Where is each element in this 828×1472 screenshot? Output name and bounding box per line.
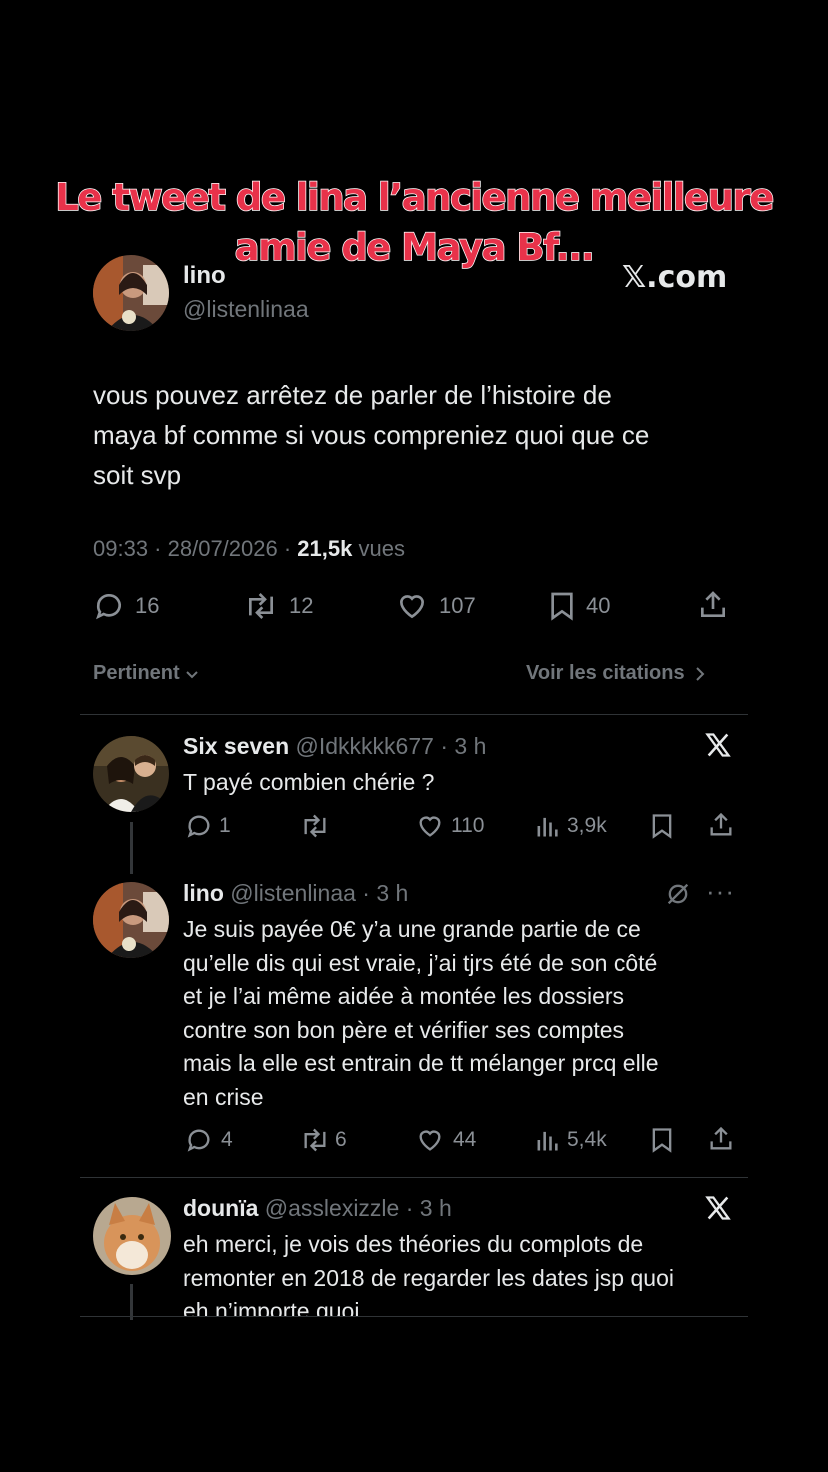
reply-text-line: contre son bon père et vérifier ses comp…: [183, 1016, 625, 1043]
reply-author-handle[interactable]: @asslexizzle: [265, 1195, 400, 1221]
reply-text: eh merci, je vois des théories du complo…: [183, 1228, 753, 1316]
repost-action[interactable]: 6: [299, 1126, 347, 1154]
reply-author-handle[interactable]: @listenlinaa: [230, 880, 356, 906]
like-count: 107: [439, 593, 476, 618]
tweet-text-line: soit svp: [93, 460, 182, 490]
heart-icon: [415, 1126, 445, 1154]
reply-text-line: mais la elle est entrain de tt mélanger …: [183, 1050, 659, 1076]
reply-text-line: qu’elle dis qui est vraie, j’ai tjrs été…: [183, 949, 658, 976]
bookmark-action[interactable]: 40: [548, 590, 610, 622]
like-action[interactable]: 107: [395, 590, 476, 622]
reply-icon: [185, 812, 213, 840]
repost-action[interactable]: [299, 812, 341, 840]
tweet-text: vous pouvez arrêtez de parler de l’histo…: [93, 375, 649, 495]
repost-count: 6: [335, 1128, 347, 1151]
more-options-icon[interactable]: ···: [706, 876, 735, 907]
reply-text-line: eh n’importe quoi: [183, 1298, 360, 1316]
grok-icon[interactable]: [664, 880, 692, 908]
tweet-time[interactable]: 09:33: [93, 536, 148, 561]
x-logo-icon: [704, 1194, 732, 1222]
reply-author-name[interactable]: Six seven: [183, 733, 289, 759]
bookmark-icon[interactable]: [650, 812, 674, 840]
caption-line-1: Le tweet de lina l’ancienne meilleure: [54, 175, 775, 220]
reply-icon: [185, 1126, 213, 1154]
thread-line: [130, 1284, 133, 1320]
reply-time[interactable]: 3 h: [420, 1195, 452, 1221]
reply-author-name[interactable]: dounïa: [183, 1195, 258, 1221]
share-icon[interactable]: [707, 811, 735, 839]
divider: [80, 1316, 748, 1317]
reply-text-line: et je l’ai même aidée à montée les dossi…: [183, 983, 625, 1009]
reply-avatar[interactable]: [93, 882, 169, 958]
author-handle[interactable]: @listenlinaa: [183, 296, 309, 323]
divider: [80, 714, 748, 715]
thread-line: [130, 822, 133, 874]
reply-text-line: eh merci, je vois des théories du complo…: [183, 1231, 644, 1257]
repost-icon: [243, 590, 279, 622]
reply-icon: [93, 590, 125, 622]
views-action[interactable]: 3,9k: [535, 812, 607, 840]
reply-count: 4: [221, 1128, 233, 1151]
x-watermark: 𝕏.com: [622, 260, 728, 295]
views-count: 3,9k: [567, 814, 607, 837]
tweet-date[interactable]: 28/07/2026: [168, 536, 278, 561]
author-avatar[interactable]: [93, 255, 169, 331]
analytics-icon: [535, 1126, 559, 1154]
reply-text: T payé combien chérie ?: [183, 766, 434, 800]
views-count: 21,5k: [297, 536, 353, 561]
like-action[interactable]: 110: [415, 812, 484, 840]
reply-text-line: T payé combien chérie ?: [183, 769, 435, 795]
analytics-icon: [535, 812, 559, 840]
tweet-meta: 09:33 · 28/07/2026 · 21,5k vues: [93, 536, 405, 561]
reply-text-line: Je suis payée 0€ y’a une grande partie d…: [183, 916, 641, 942]
reply-header: Six seven @Idkkkkk677 · 3 h: [183, 733, 487, 759]
reply-action[interactable]: 16: [93, 590, 159, 622]
reply-action[interactable]: 4: [185, 1126, 233, 1154]
reply-time[interactable]: 3 h: [376, 880, 408, 906]
x-logo-icon: [704, 731, 732, 759]
bookmark-icon[interactable]: [650, 1126, 674, 1154]
reply-header: dounïa @asslexizzle · 3 h: [183, 1195, 452, 1221]
chevron-right-icon: [693, 665, 707, 683]
reply-header: lino @listenlinaa · 3 h: [183, 880, 409, 906]
reply-text-line: en crise: [183, 1083, 264, 1110]
see-quotes-link[interactable]: Voir les citations: [526, 662, 707, 685]
tweet-text-line: vous pouvez arrêtez de parler de l’histo…: [93, 380, 612, 410]
share-icon[interactable]: [707, 1125, 735, 1153]
views-count: 5,4k: [567, 1128, 607, 1151]
repost-icon: [299, 812, 331, 840]
repost-count: 12: [289, 593, 314, 618]
sort-label: Pertinent: [93, 662, 180, 684]
reply-avatar[interactable]: [93, 1197, 171, 1275]
views-action[interactable]: 5,4k: [535, 1126, 607, 1154]
repost-action[interactable]: 12: [243, 590, 313, 622]
reply-action[interactable]: 1: [185, 812, 231, 840]
like-action[interactable]: 44: [415, 1126, 476, 1154]
reply-text-clip: eh merci, je vois des théories du complo…: [183, 1228, 753, 1316]
reply-text: Je suis payée 0€ y’a une grande partie d…: [183, 913, 659, 1114]
views-label: vues: [358, 536, 405, 561]
reply-text-line: remonter en 2018 de regarder les dates j…: [183, 1264, 674, 1291]
author-name[interactable]: lino: [183, 262, 226, 290]
reply-author-handle[interactable]: @Idkkkkk677: [296, 733, 434, 759]
bookmark-icon: [548, 590, 576, 622]
tweet-text-line: maya bf comme si vous compreniez quoi qu…: [93, 420, 650, 450]
chevron-down-icon: [184, 666, 200, 682]
reply-time[interactable]: 3 h: [454, 733, 486, 759]
share-icon[interactable]: [697, 589, 729, 621]
reply-author-name[interactable]: lino: [183, 880, 224, 906]
like-count: 110: [451, 814, 485, 837]
repost-icon: [299, 1126, 331, 1154]
like-count: 44: [453, 1128, 477, 1151]
bookmark-count: 40: [586, 593, 611, 618]
sort-dropdown[interactable]: Pertinent: [93, 662, 200, 685]
see-quotes-label: Voir les citations: [526, 662, 685, 684]
divider: [80, 1177, 748, 1178]
reply-count: 1: [219, 814, 231, 837]
reply-avatar[interactable]: [93, 736, 169, 812]
heart-icon: [415, 812, 445, 840]
heart-icon: [395, 590, 429, 622]
reply-count: 16: [135, 593, 160, 618]
